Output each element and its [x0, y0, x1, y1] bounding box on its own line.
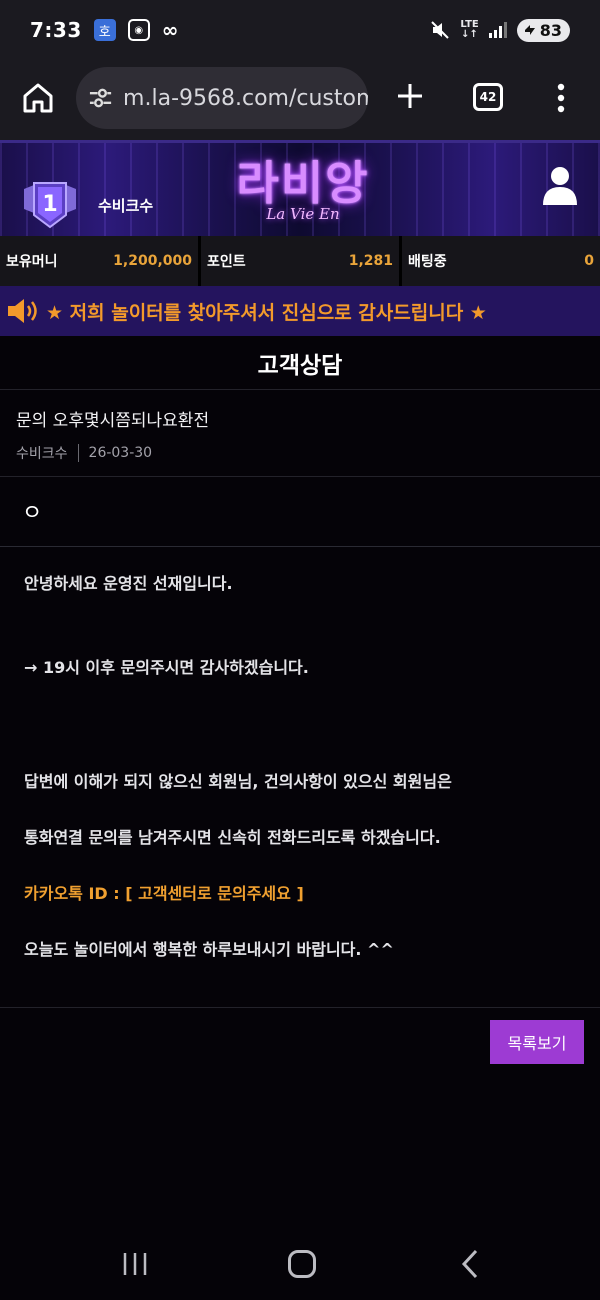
- meta-divider: [77, 444, 79, 462]
- person-icon[interactable]: [540, 165, 580, 207]
- battery-saver-icon: [524, 25, 535, 35]
- status-bar: 7:33 호 ◉ ∞ LTE ↓↑ 83: [0, 0, 600, 60]
- rank-badge-icon: 1: [22, 179, 78, 229]
- status-time: 7:33: [30, 18, 82, 42]
- stat-points: 포인트 1,281: [201, 236, 399, 286]
- answer-line: 오늘도 놀이터에서 행복한 하루보내시기 바랍니다. ^^: [24, 940, 394, 959]
- lte-indicator: LTE ↓↑: [460, 19, 479, 40]
- answer-line: 안녕하세요 운영진 선재입니다.: [24, 574, 233, 593]
- list-view-button[interactable]: 목록보기: [490, 1020, 584, 1064]
- signal-icon: [488, 22, 507, 38]
- answer-body: 안녕하세요 운영진 선재입니다. → 19시 이후 문의주시면 감사하겠습니다.…: [0, 548, 600, 1008]
- stat-money: 보유머니 1,200,000: [0, 236, 198, 286]
- post-author: 수비크수: [16, 446, 68, 462]
- address-bar[interactable]: m.la-9568.com/custom: [76, 67, 368, 129]
- banner-username: 수비크수: [98, 197, 154, 215]
- battery-level: 83: [539, 20, 562, 40]
- post-title: 문의 오후몇시쯤되나요환전: [16, 411, 210, 431]
- answer-line: 답변에 이해가 되지 않으신 회원님, 건의사항이 있으신 회원님은: [24, 772, 452, 791]
- home-icon[interactable]: [20, 80, 56, 116]
- post-meta: 수비크수 26-03-30: [16, 443, 584, 463]
- plus-icon[interactable]: [392, 78, 428, 114]
- kakao-id-line: 카카오톡 ID : [ 고객센터로 문의주세요 ]: [24, 884, 304, 903]
- recents-icon[interactable]: [122, 1252, 148, 1276]
- stat-label: 포인트: [207, 254, 246, 270]
- page-title: 고객상담: [0, 336, 600, 390]
- browser-toolbar: m.la-9568.com/custom 42: [0, 60, 600, 140]
- rank-number: 1: [42, 192, 57, 217]
- app-notification-icon: 호: [93, 19, 116, 41]
- tune-icon[interactable]: [88, 87, 113, 109]
- tab-switcher-icon[interactable]: 42: [473, 83, 503, 111]
- post-date: 26-03-30: [88, 445, 153, 461]
- screen-capture-icon: ◉: [127, 19, 150, 41]
- stat-label: 보유머니: [6, 254, 58, 270]
- stat-value: 1,200,000: [113, 253, 192, 269]
- stat-label: 배팅중: [408, 254, 447, 270]
- answer-line: → 19시 이후 문의주시면 감사하겠습니다.: [24, 658, 309, 677]
- site-logo[interactable]: 라비앙: [218, 147, 388, 213]
- infinity-icon: ∞: [161, 18, 179, 42]
- speaker-icon: [8, 299, 37, 323]
- stat-value: 0: [584, 253, 594, 269]
- notice-banner: ★ 저희 놀이터를 찾아주셔서 진심으로 감사드립니다 ★: [0, 286, 600, 336]
- battery-indicator: 83: [516, 18, 570, 42]
- notice-text: ★ 저희 놀이터를 찾아주셔서 진심으로 감사드립니다 ★: [46, 301, 487, 324]
- back-chevron-icon[interactable]: [458, 1248, 482, 1280]
- site-banner: 1 수비크수 라비앙 La Vie En: [0, 140, 600, 236]
- site-logo-subtext: La Vie En: [266, 205, 340, 223]
- stat-value: 1,281: [348, 253, 393, 269]
- stat-betting: 배팅중 0: [402, 236, 600, 286]
- home-circle-icon[interactable]: [288, 1250, 316, 1278]
- mute-icon: [430, 20, 450, 40]
- post-header: 문의 오후몇시쯤되나요환전 수비크수 26-03-30: [0, 390, 600, 477]
- more-vert-icon[interactable]: [551, 80, 571, 116]
- tab-count: 42: [479, 90, 497, 104]
- question-body: ㅇ: [0, 477, 600, 547]
- url-text: m.la-9568.com/custom: [123, 85, 368, 111]
- answer-line: 통화연결 문의를 남겨주시면 신속히 전화드리도록 하겠습니다.: [24, 828, 441, 847]
- account-stats: 보유머니 1,200,000 포인트 1,281 배팅중 0: [0, 236, 600, 286]
- system-nav-bar: [0, 1228, 600, 1300]
